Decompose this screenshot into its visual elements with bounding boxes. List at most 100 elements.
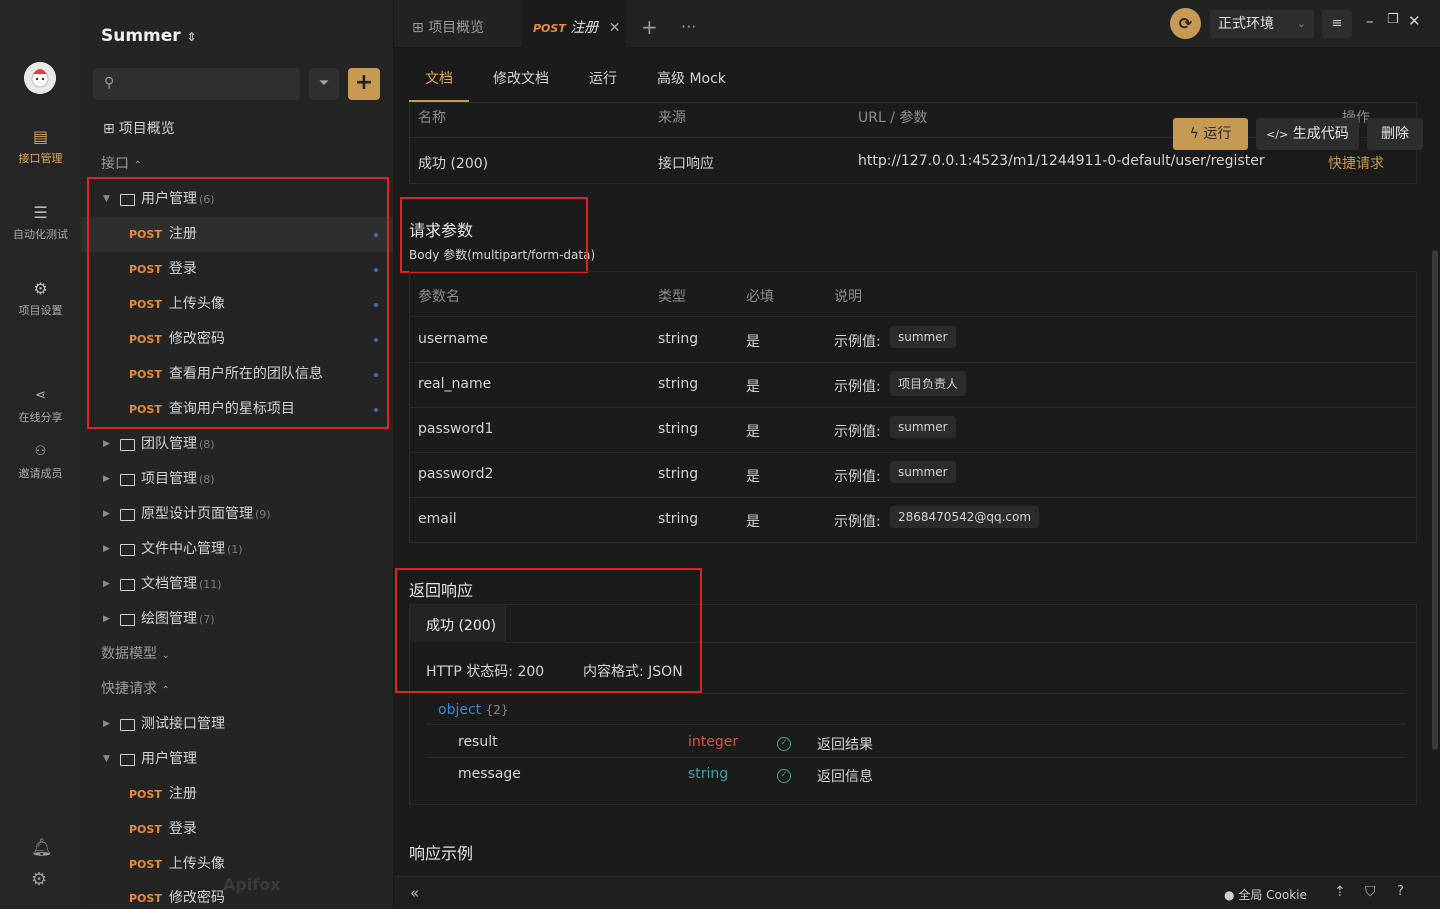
subtab-mock[interactable]: 高级 Mock <box>657 68 726 88</box>
tab-bar: ⊞ 项目概览 POST 注册 ✕ + ··· ⟳ 正式环境 ⌄ ≡ – ❐ ✕ <box>394 0 1440 48</box>
avatar[interactable] <box>24 62 56 94</box>
more-icon[interactable]: ··· <box>681 0 696 48</box>
lightning-icon: ϟ <box>1189 126 1199 142</box>
quick-request-link[interactable]: 快捷请求 <box>1328 153 1384 173</box>
col-header: URL / 参数 <box>858 110 928 126</box>
table-row: real_name string 是 示例值: 项目负责人 <box>410 362 1416 407</box>
minimize-icon[interactable]: – <box>1366 12 1374 30</box>
bottom-bar: « ● 全局 Cookie ⇡ ⛉ ? <box>394 876 1440 909</box>
settings-icon: ⚙ <box>33 279 48 298</box>
col-header: 参数名 <box>418 289 460 305</box>
quick-request-item[interactable]: POST 登录 <box>81 812 393 847</box>
col-header: 必填 <box>746 289 774 305</box>
cookie-icon: ● <box>1224 888 1235 902</box>
subtab-doc[interactable]: 文档 <box>425 68 453 88</box>
add-button[interactable]: + <box>348 68 380 100</box>
tree-item-overview[interactable]: ⊞ 项目概览 <box>81 112 393 147</box>
highlight-box <box>395 568 702 693</box>
rail-item-invite[interactable]: ⚇ 邀请成员 <box>0 443 81 481</box>
params-table: 参数名 类型 必填 说明 username string 是 示例值: summ… <box>409 271 1417 543</box>
chevron-down-icon: ⌄ <box>161 650 170 661</box>
filter-icon: ⏷ <box>318 76 330 91</box>
check-circle-icon: ✓ <box>777 766 791 783</box>
caret-right-icon: ▶ <box>103 439 110 449</box>
env-select[interactable]: 正式环境 ⌄ <box>1210 10 1314 38</box>
close-icon[interactable]: ✕ <box>609 20 621 36</box>
folder-item[interactable]: ▶ 项目管理 (8) <box>81 462 393 497</box>
generate-code-button[interactable]: </> 生成代码 <box>1256 118 1359 150</box>
delete-button[interactable]: 删除 <box>1367 118 1423 150</box>
invite-icon: ⚇ <box>34 444 47 459</box>
new-tab-button[interactable]: + <box>641 0 658 48</box>
scrollbar[interactable] <box>1432 250 1438 750</box>
chevron-up-icon: ⌃ <box>161 685 170 696</box>
subtab-edit-doc[interactable]: 修改文档 <box>493 68 549 88</box>
apifox-watermark: Apifox <box>223 875 281 894</box>
folder-item[interactable]: ▶ 测试接口管理 <box>81 707 393 742</box>
grid-icon: ⊞ <box>103 121 115 137</box>
folder-icon <box>120 509 135 521</box>
folder-item[interactable]: ▼ 用户管理 <box>81 742 393 777</box>
folder-item[interactable]: ▶ 文件中心管理 (1) <box>81 532 393 567</box>
col-header: 类型 <box>658 289 686 305</box>
check-circle-icon: ✓ <box>777 734 791 751</box>
chevron-updown-icon: ⇕ <box>186 30 197 44</box>
api-tree-panel: Summer ⇕ ⚲ ⏷ + ⊞ 项目概览 接口 ⌃ ▼ 用户管理 (6) POST… <box>81 0 394 909</box>
code-icon: </> <box>1266 128 1289 141</box>
folder-icon <box>120 474 135 486</box>
close-window-icon[interactable]: ✕ <box>1408 12 1421 30</box>
object-node[interactable]: object {2} <box>438 702 509 718</box>
schema-row: result integer ✓ 返回结果 <box>458 734 873 753</box>
table-cell: 成功 (200) <box>418 156 489 172</box>
chevron-up-icon: ⌃ <box>133 160 142 171</box>
folder-icon <box>120 754 135 766</box>
schema-row: message string ✓ 返回信息 <box>458 766 873 785</box>
highlight-box <box>400 197 588 273</box>
refresh-icon[interactable]: ⟳ <box>1170 8 1201 39</box>
section-data-models[interactable]: 数据模型 ⌄ <box>81 637 393 672</box>
rail-item-settings[interactable]: ⚙ 项目设置 <box>0 280 81 318</box>
api-icon: ▤ <box>32 127 49 146</box>
left-rail: ▤ 接口管理 ☰ 自动化测试 ⚙ 项目设置 ⋖ 在线分享 ⚇ 邀请成员 🔔︎ ⚙ <box>0 0 81 909</box>
rail-item-api[interactable]: ▤ 接口管理 <box>0 128 81 166</box>
grid-icon: ⊞ <box>412 20 424 36</box>
caret-right-icon: ▶ <box>103 614 110 624</box>
run-button[interactable]: ϟ 运行 <box>1173 118 1248 150</box>
table-row: username string 是 示例值: summer <box>410 317 1416 362</box>
rail-item-automation[interactable]: ☰ 自动化测试 <box>0 204 81 242</box>
shirt-icon[interactable]: ⛉ <box>1365 884 1376 900</box>
folder-item[interactable]: ▶ 绘图管理 (7) <box>81 602 393 637</box>
rail-item-share[interactable]: ⋖ 在线分享 <box>0 387 81 425</box>
restore-icon[interactable]: ❐ <box>1387 12 1399 27</box>
tab-register[interactable]: POST 注册 ✕ <box>522 0 626 48</box>
tab-overview[interactable]: ⊞ 项目概览 <box>412 0 484 48</box>
menu-icon[interactable]: ≡ <box>1322 10 1352 38</box>
folder-item[interactable]: ▶ 文档管理 (11) <box>81 567 393 602</box>
collapse-icon[interactable]: « <box>410 884 419 902</box>
table-row: password2 string 是 示例值: summer <box>410 452 1416 497</box>
global-cookie-button[interactable]: ● 全局 Cookie <box>1224 886 1307 903</box>
chevron-down-icon: ⌄ <box>1296 17 1306 30</box>
folder-item[interactable]: ▶ 原型设计页面管理 (9) <box>81 497 393 532</box>
caret-right-icon: ▶ <box>103 474 110 484</box>
folder-icon <box>120 544 135 556</box>
automation-icon: ☰ <box>33 203 48 222</box>
quick-request-item[interactable]: POST 注册 <box>81 777 393 812</box>
bell-icon[interactable]: 🔔︎ <box>31 838 53 858</box>
project-switcher[interactable]: Summer ⇕ <box>101 26 197 46</box>
help-icon[interactable]: ? <box>1397 884 1404 899</box>
response-example-title: 响应示例 <box>409 844 474 863</box>
table-cell: 接口响应 <box>658 156 714 172</box>
section-quick-requests[interactable]: 快捷请求 ⌃ <box>81 672 393 707</box>
search-input[interactable]: ⚲ <box>93 68 300 100</box>
upload-icon[interactable]: ⇡ <box>1334 884 1346 900</box>
folder-icon <box>120 614 135 626</box>
gear-icon[interactable]: ⚙ <box>31 869 47 890</box>
folder-item[interactable]: ▶ 团队管理 (8) <box>81 427 393 462</box>
col-header: 说明 <box>834 289 862 305</box>
share-icon: ⋖ <box>35 388 46 403</box>
url-cell: http://127.0.0.1:4523/m1/1244911-0-defau… <box>858 153 1265 169</box>
subtab-run[interactable]: 运行 <box>589 68 617 88</box>
folder-icon <box>120 719 135 731</box>
filter-button[interactable]: ⏷ <box>309 68 339 100</box>
